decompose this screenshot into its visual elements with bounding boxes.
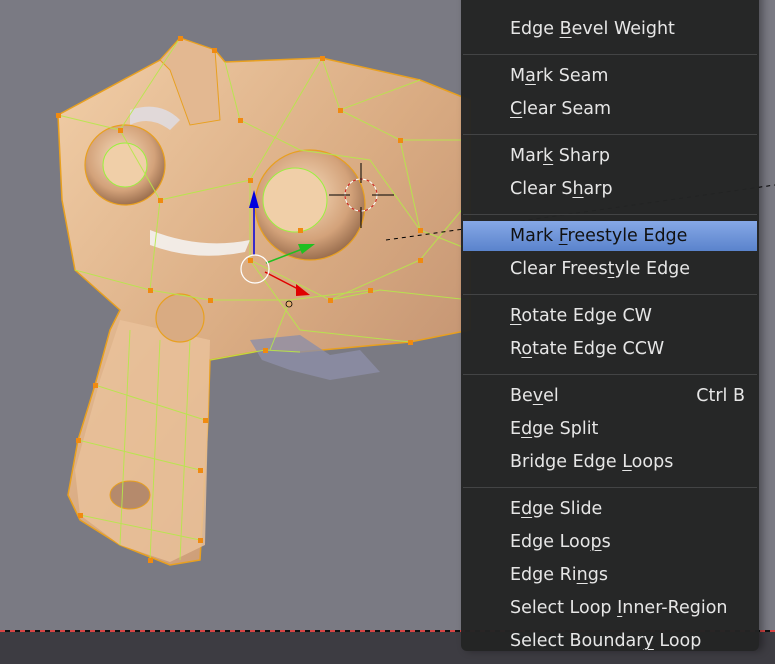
accelerator-key: v (532, 386, 544, 406)
menu-item-label: Mark Freestyle Edge (510, 226, 688, 246)
menu-item-clear-freestyle-edge[interactable]: Clear Freestyle Edge (463, 254, 757, 284)
accelerator-key: h (572, 179, 584, 199)
menu-item-label: Select Loop Inner-Region (510, 598, 728, 618)
menu-item-label: Edge Bevel Weight (510, 19, 675, 39)
menu-item-edge-loops[interactable]: Edge Loops (463, 527, 757, 557)
menu-item-label: Mark Seam (510, 66, 609, 86)
menu-item-rotate-edge-ccw[interactable]: Rotate Edge CCW (463, 334, 757, 364)
menu-item-mark-freestyle-edge[interactable]: Mark Freestyle Edge (463, 221, 757, 251)
accelerator-key: d (521, 499, 533, 519)
menu-item-bridge-edge-loops[interactable]: Bridge Edge Loops (463, 447, 757, 477)
menu-item-clear-seam[interactable]: Clear Seam (463, 94, 757, 124)
menu-separator (463, 214, 757, 215)
menu-item-label: Edge Split (510, 419, 599, 439)
menu-item-label: Rotate Edge CCW (510, 339, 665, 359)
menu-item-label: Select Boundary Loop (510, 631, 702, 651)
accelerator-key: d (521, 419, 533, 439)
menu-item-label: Clear Seam (510, 99, 611, 119)
menu-separator (463, 374, 757, 375)
accelerator-key: o (521, 339, 533, 359)
menu-item-clear-sharp[interactable]: Clear Sharp (463, 174, 757, 204)
menu-separator (463, 54, 757, 55)
menu-item-label: Bevel (510, 386, 559, 406)
menu-item-mark-seam[interactable]: Mark Seam (463, 61, 757, 91)
menu-item-edge-rings[interactable]: Edge Rings (463, 560, 757, 590)
menu-item-bevel[interactable]: Bevel Ctrl B (463, 381, 757, 411)
menu-item-edge-slide[interactable]: Edge Slide (463, 494, 757, 524)
menu-separator (463, 134, 757, 135)
accelerator-key: F (558, 226, 568, 246)
menu-item-label: Mark Sharp (510, 146, 610, 166)
menu-item-label: Edge Loops (510, 532, 611, 552)
menu-item-edge-split[interactable]: Edge Split (463, 414, 757, 444)
menu-item-edge-bevel-weight[interactable]: Edge Bevel Weight (463, 14, 757, 44)
accelerator-key: R (510, 306, 522, 326)
menu-item-label: Edge Rings (510, 565, 608, 585)
menu-item-select-boundary-loop[interactable]: Select Boundary Loop (463, 626, 757, 656)
menu-separator (463, 487, 757, 488)
menu-item-select-loop-inner-region[interactable]: Select Loop Inner-Region (463, 593, 757, 623)
accelerator-key: p (590, 532, 602, 552)
menu-item-label: Edge Slide (510, 499, 603, 519)
accelerator-key: C (510, 99, 523, 119)
accelerator-key: L (622, 452, 632, 472)
menu-item-rotate-edge-cw[interactable]: Rotate Edge CW (463, 301, 757, 331)
accelerator-key: B (559, 19, 572, 39)
menu-item-label: Clear Freestyle Edge (510, 259, 691, 279)
accelerator-key: n (576, 565, 588, 585)
menu-item-shortcut: Ctrl B (696, 386, 745, 406)
edge-context-menu: Edge Bevel Weight Mark Seam Clear Seam Mark… (461, 0, 759, 651)
accelerator-key: a (525, 66, 536, 86)
menu-item-label: Rotate Edge CW (510, 306, 652, 326)
menu-item-label: Bridge Edge Loops (510, 452, 674, 472)
menu-separator (463, 294, 757, 295)
menu-item-label: Clear Sharp (510, 179, 613, 199)
menu-item-mark-sharp[interactable]: Mark Sharp (463, 141, 757, 171)
accelerator-key: y (643, 631, 654, 651)
accelerator-key: k (543, 146, 554, 166)
